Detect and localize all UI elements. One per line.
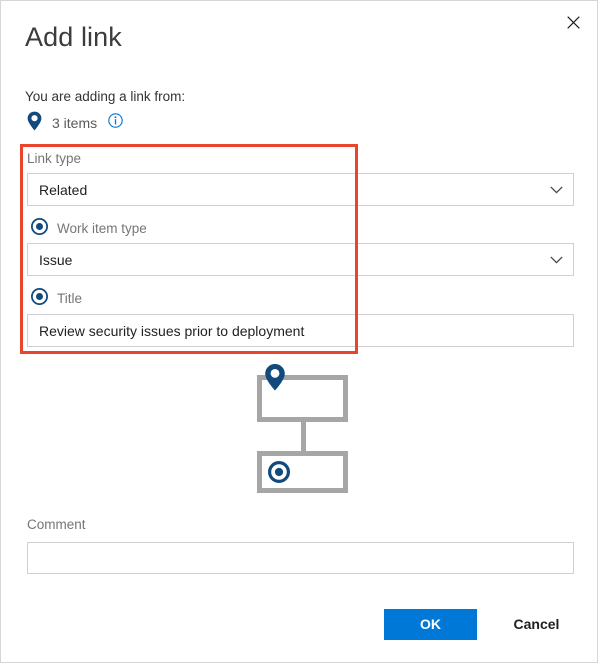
dialog-title: Add link — [25, 22, 122, 52]
chevron-down-icon — [539, 185, 573, 194]
chevron-down-icon — [539, 255, 573, 264]
intro-text: You are adding a link from: — [25, 89, 186, 104]
link-hierarchy-diagram — [251, 363, 355, 493]
radio-selected-icon — [31, 218, 48, 240]
title-input[interactable]: Review security issues prior to deployme… — [27, 314, 574, 347]
link-type-value: Related — [39, 181, 88, 198]
comment-label: Comment — [27, 517, 86, 532]
link-type-label: Link type — [27, 151, 82, 166]
comment-input[interactable] — [27, 542, 574, 574]
close-button[interactable] — [553, 5, 593, 39]
title-label: Title — [57, 291, 83, 306]
source-items-row: 3 items — [27, 111, 123, 136]
work-item-type-label: Work item type — [57, 221, 147, 236]
title-value: Review security issues prior to deployme… — [39, 322, 305, 339]
close-icon — [566, 15, 580, 29]
link-type-dropdown[interactable]: Related — [27, 173, 574, 206]
ok-button[interactable]: OK — [384, 609, 477, 640]
items-count-label: 3 items — [52, 115, 98, 131]
title-radio[interactable]: Title — [31, 288, 83, 310]
info-icon[interactable] — [108, 113, 123, 133]
map-pin-icon — [27, 111, 42, 136]
work-item-type-dropdown[interactable]: Issue — [27, 243, 574, 276]
add-link-dialog: Add link You are adding a link from: 3 i… — [0, 0, 598, 663]
work-item-type-value: Issue — [39, 251, 73, 268]
radio-selected-icon — [31, 288, 48, 310]
work-item-type-radio[interactable]: Work item type — [31, 218, 147, 240]
cancel-button[interactable]: Cancel — [499, 609, 574, 640]
